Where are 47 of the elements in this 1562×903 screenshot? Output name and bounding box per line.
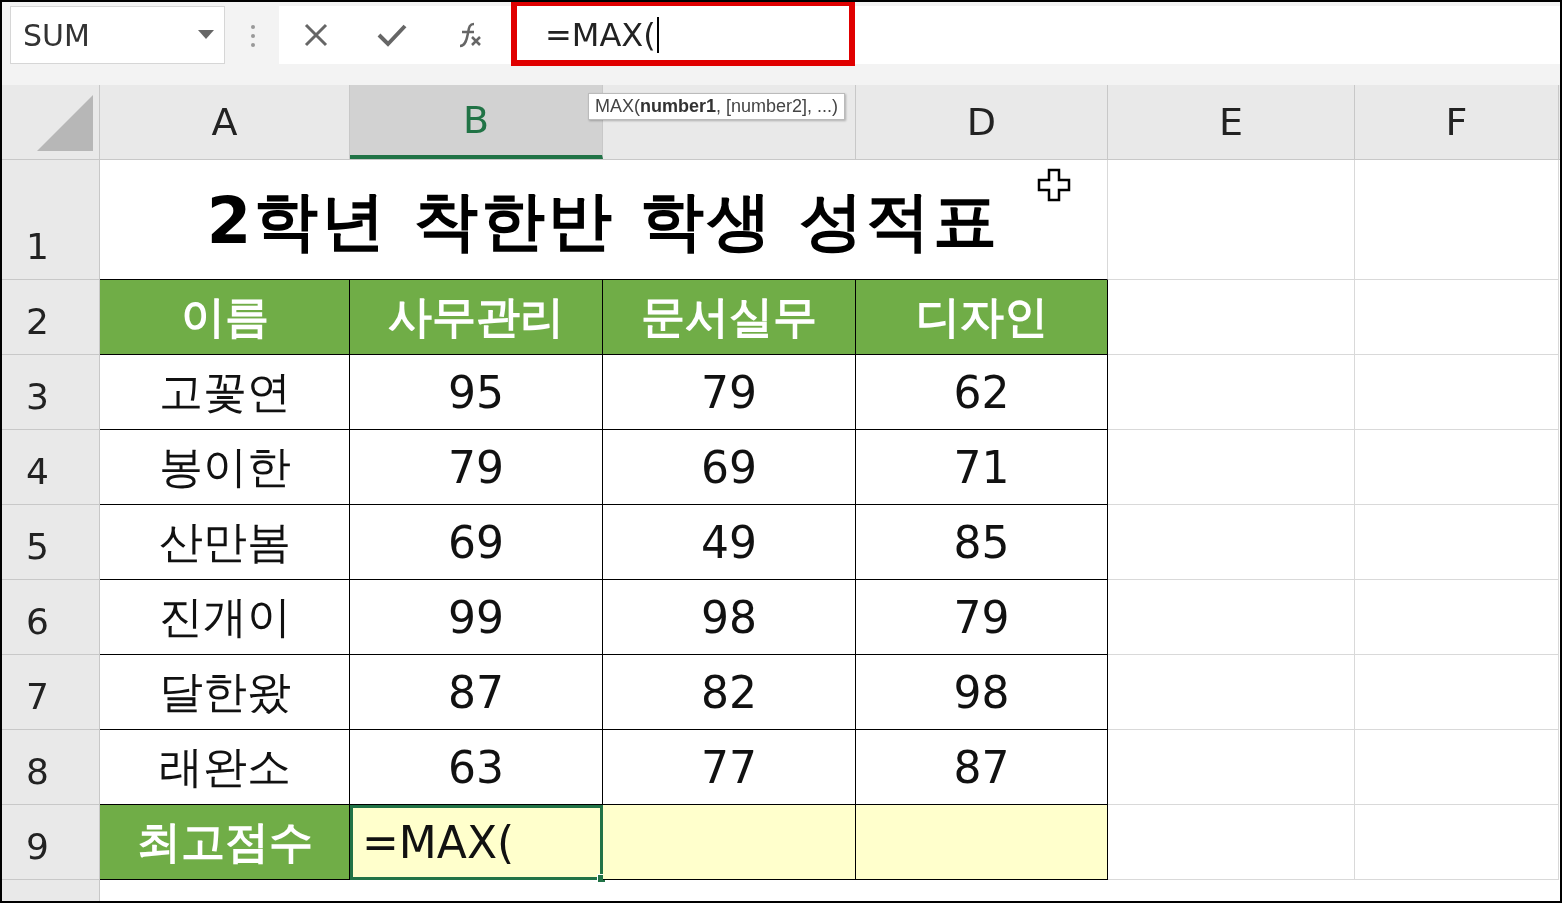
table-cell[interactable]: 98 <box>856 655 1108 730</box>
column-header[interactable]: D <box>856 85 1108 159</box>
table-cell[interactable]: 진개이 <box>100 580 350 655</box>
table-cell[interactable]: 82 <box>603 655 856 730</box>
table-cell[interactable]: 87 <box>350 655 603 730</box>
table-cell[interactable] <box>856 805 1108 880</box>
table-cell[interactable]: 77 <box>603 730 856 805</box>
row-header[interactable]: 4 <box>2 430 100 505</box>
column-header[interactable]: F <box>1355 85 1559 159</box>
select-all-icon[interactable] <box>37 95 93 151</box>
checkmark-icon[interactable] <box>377 23 407 47</box>
function-tooltip: MAX(number1, [number2], ...) <box>588 93 846 120</box>
table-cell[interactable]: 69 <box>603 430 856 505</box>
column-header[interactable]: E <box>1108 85 1355 159</box>
table-cell[interactable]: 99 <box>350 580 603 655</box>
grip-icon <box>250 24 256 48</box>
table-cell[interactable]: 85 <box>856 505 1108 580</box>
dropdown-icon[interactable] <box>198 30 214 40</box>
name-box[interactable]: SUM <box>10 6 225 64</box>
cancel-icon[interactable] <box>303 23 328 47</box>
table-cell[interactable]: 달한왔 <box>100 655 350 730</box>
table-cell[interactable]: 49 <box>603 505 856 580</box>
table-cell[interactable]: 71 <box>856 430 1108 505</box>
table-cell[interactable]: 69 <box>350 505 603 580</box>
cursor-icon <box>1037 168 1071 202</box>
row-header[interactable]: 6 <box>2 580 100 655</box>
table-cell[interactable]: 산만봄 <box>100 505 350 580</box>
row-header[interactable]: 5 <box>2 505 100 580</box>
row-header[interactable]: 9 <box>2 805 100 880</box>
row-header[interactable]: 3 <box>2 355 100 430</box>
table-cell[interactable]: 봉이한 <box>100 430 350 505</box>
table-cell[interactable] <box>603 805 856 880</box>
table-cell[interactable]: 62 <box>856 355 1108 430</box>
table-cell[interactable]: 79 <box>856 580 1108 655</box>
active-cell[interactable]: =MAX( <box>350 805 603 880</box>
table-cell[interactable]: 95 <box>350 355 603 430</box>
row-header[interactable]: 2 <box>2 280 100 355</box>
table-cell[interactable]: 고꽃연 <box>100 355 350 430</box>
row-header[interactable]: 7 <box>2 655 100 730</box>
table-cell[interactable]: 79 <box>603 355 856 430</box>
table-cell[interactable]: 98 <box>603 580 856 655</box>
table-cell[interactable]: 래완소 <box>100 730 350 805</box>
table-cell[interactable]: 87 <box>856 730 1108 805</box>
row-header[interactable]: 8 <box>2 730 100 805</box>
row-header[interactable]: 1 <box>2 160 100 280</box>
table-cell[interactable]: 79 <box>350 430 603 505</box>
table-cell[interactable]: 63 <box>350 730 603 805</box>
